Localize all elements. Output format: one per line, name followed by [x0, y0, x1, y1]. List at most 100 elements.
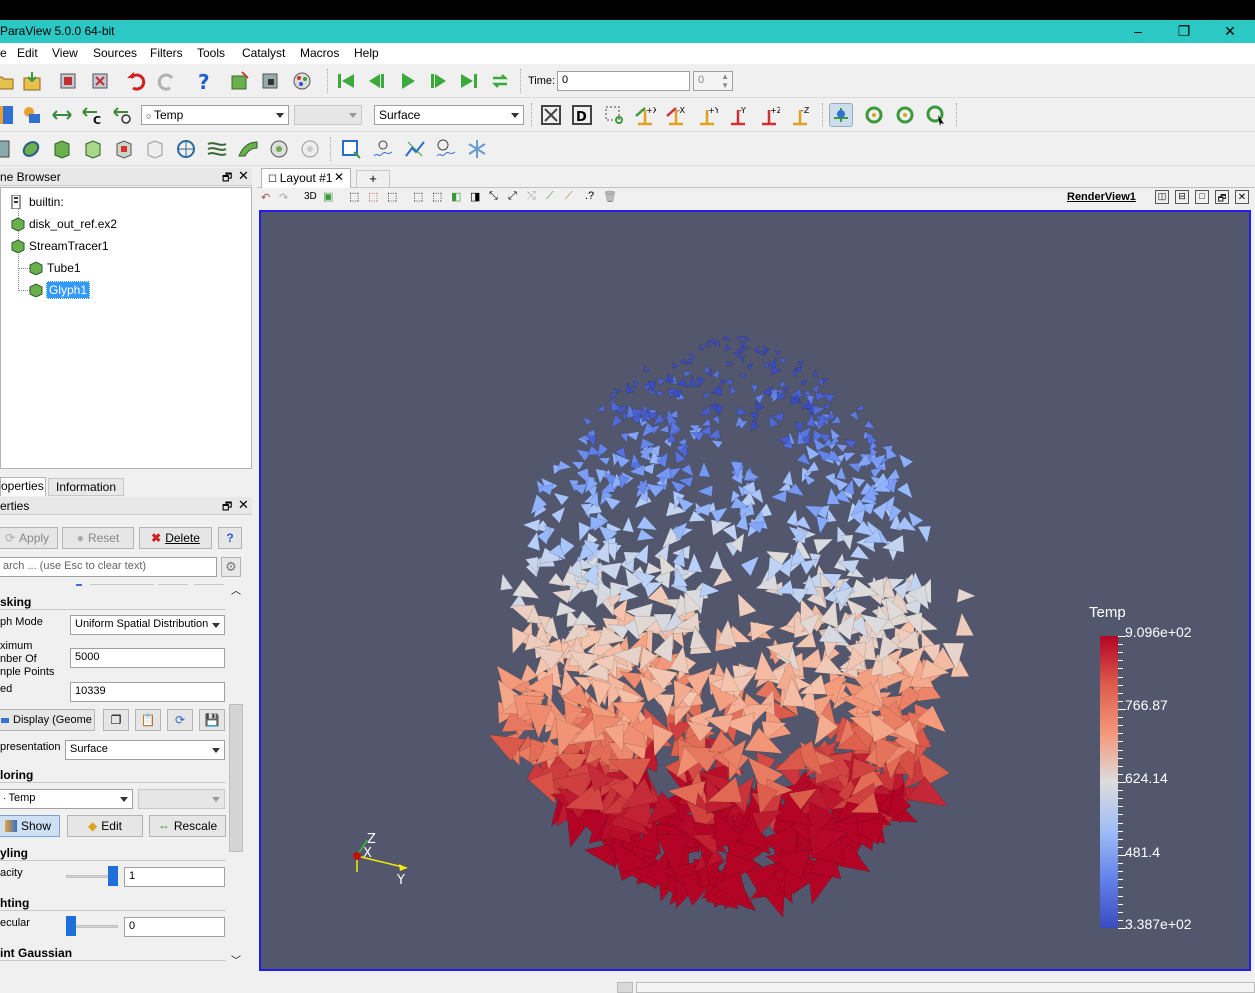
rotate-90-cw-icon[interactable] — [862, 103, 886, 127]
delete-button[interactable]: ✖ Delete — [139, 527, 212, 549]
clear-selection-icon[interactable]: 🗑 — [603, 190, 617, 203]
camera-redo-icon[interactable]: ↷ — [279, 191, 288, 204]
tree-item-disk-out-ref[interactable]: disk_out_ref.ex2 — [11, 215, 117, 233]
view-minus-z-icon[interactable]: -Z — [788, 103, 812, 127]
properties-help-button[interactable]: ? — [218, 527, 242, 549]
redo-icon[interactable] — [155, 69, 179, 93]
color-array-select[interactable]: ○ Temp — [141, 105, 289, 125]
contour-icon[interactable] — [19, 137, 43, 161]
select-polygon-icon[interactable]: ⬚ — [413, 190, 423, 203]
menu-edit[interactable]: Edit — [17, 46, 38, 60]
tab-layout-1[interactable]: ☐ Layout #1 ✕ — [261, 168, 351, 188]
python-shell-icon[interactable] — [228, 69, 252, 93]
group-datasets-icon[interactable] — [267, 137, 291, 161]
view-plus-x-icon[interactable]: +X — [633, 103, 657, 127]
plot-over-line-icon[interactable] — [403, 137, 427, 161]
edit-colormap-icon[interactable] — [20, 103, 44, 127]
maximize-view-icon[interactable]: □ — [1195, 190, 1209, 204]
close-button[interactable]: ✕ — [1220, 22, 1240, 40]
specular-slider-handle[interactable] — [66, 916, 76, 936]
select-points-icon[interactable]: ⬚ — [368, 190, 378, 203]
undo-icon[interactable] — [124, 69, 148, 93]
rescale-custom-range-icon[interactable]: C — [80, 103, 104, 127]
restore-button[interactable]: ❐ — [1174, 22, 1194, 40]
view-plus-z-icon[interactable]: +Z — [757, 103, 781, 127]
scroll-down-icon[interactable]: ﹀ — [229, 952, 243, 972]
apply-button[interactable]: ⟳ Apply — [0, 527, 58, 549]
opacity-input[interactable]: 1 — [124, 867, 225, 887]
select-frustum-icon[interactable]: ⬚ — [387, 190, 397, 203]
rotate-90-ccw-icon[interactable] — [893, 103, 917, 127]
clip-icon[interactable] — [50, 137, 74, 161]
undock-icon[interactable]: 🗗 — [222, 498, 232, 517]
tab-information[interactable]: Information — [48, 478, 124, 496]
slice-icon[interactable] — [81, 137, 105, 161]
seed-input[interactable]: 10339 — [70, 682, 225, 702]
view-plus-y-icon[interactable]: +Y — [695, 103, 719, 127]
threshold-icon[interactable] — [112, 137, 136, 161]
stream-tracer-icon[interactable] — [205, 137, 229, 161]
shrink-selection-icon[interactable]: ⤢ — [508, 190, 517, 203]
menu-help[interactable]: Help — [354, 46, 379, 60]
reset-session-icon[interactable] — [258, 69, 282, 93]
representation-field[interactable]: Surface — [65, 740, 225, 760]
close-view-icon[interactable]: ✕ — [1235, 190, 1249, 204]
loop-icon[interactable] — [488, 69, 512, 93]
render-view-viewport[interactable]: X Y Z Temp 9.096e+02 766.87 624.14 481.4… — [259, 210, 1251, 971]
properties-scrollbar[interactable]: ︿ ﹀ — [229, 582, 243, 972]
close-panel-icon[interactable]: ✕ — [238, 168, 249, 184]
menu-filters[interactable]: Filters — [150, 46, 183, 60]
properties-search-input[interactable]: arch ... (use Esc to clear text) — [0, 557, 217, 577]
time-input[interactable]: 0 — [557, 71, 690, 91]
interactive-select-icon[interactable]: ◧ — [451, 190, 461, 203]
disconnect-icon[interactable] — [88, 69, 112, 93]
menu-sources[interactable]: Sources — [93, 46, 137, 60]
show-color-legend-button[interactable]: Show — [0, 815, 60, 837]
scrollbar-thumb[interactable] — [229, 704, 243, 852]
paste-properties-icon[interactable]: 📋 — [135, 709, 161, 731]
coloring-array-select[interactable]: · Temp — [0, 789, 133, 809]
render-view-title[interactable]: RenderView1 — [1067, 191, 1136, 203]
max-points-input[interactable]: 5000 — [70, 648, 225, 668]
tree-item-streamtracer1[interactable]: StreamTracer1 — [11, 237, 109, 255]
extract-subset-icon[interactable] — [143, 137, 167, 161]
toggle-3d-button[interactable]: 3D — [304, 191, 317, 202]
rescale-data-range-icon[interactable] — [50, 103, 74, 127]
plot-data-icon[interactable] — [371, 137, 395, 161]
color-legend-toggle-icon[interactable] — [0, 103, 16, 127]
scroll-up-icon[interactable]: ︿ — [229, 582, 243, 602]
play-icon[interactable] — [396, 69, 420, 93]
representation-select[interactable]: Surface — [374, 105, 524, 125]
tree-item-glyph1[interactable]: Glyph1 — [29, 281, 91, 299]
add-layout-button[interactable]: + — [356, 170, 390, 188]
opacity-slider-handle[interactable] — [108, 866, 118, 886]
hover-points-icon[interactable]: ◨ — [470, 190, 480, 203]
show-labels-icon[interactable]: ⟋ — [565, 190, 573, 203]
help-icon[interactable]: ? — [192, 69, 216, 93]
menu-tools[interactable]: Tools — [197, 46, 225, 60]
warp-by-vector-icon[interactable] — [236, 137, 260, 161]
camera-undo-icon[interactable]: ↶ — [261, 191, 270, 204]
rescale-button[interactable]: ⇔ Rescale — [149, 815, 226, 837]
glyph-mode-select[interactable]: Uniform Spatial Distribution — [70, 615, 225, 635]
restore-defaults-icon[interactable]: ⟳ — [167, 709, 193, 731]
view-minus-y-icon[interactable]: -Y — [726, 103, 750, 127]
spin-arrows-icon[interactable]: ▲ ▼ — [721, 72, 729, 90]
center-axes-visibility-icon[interactable] — [829, 103, 853, 127]
menu-file-partial[interactable]: e — [0, 46, 7, 60]
last-frame-icon[interactable] — [457, 69, 481, 93]
select-cells-on-icon[interactable] — [339, 137, 363, 161]
minimize-button[interactable]: – — [1128, 22, 1148, 40]
copy-properties-icon[interactable]: ❐ — [103, 709, 129, 731]
tab-properties[interactable]: operties — [0, 477, 46, 496]
coloring-component-select[interactable] — [138, 789, 225, 809]
tree-item-builtin[interactable]: builtin: — [11, 193, 64, 211]
select-blocks-icon[interactable]: ⬚ — [432, 190, 442, 203]
select-cells-icon[interactable]: ⬚ — [349, 190, 359, 203]
menu-macros[interactable]: Macros — [300, 46, 339, 60]
next-frame-icon[interactable] — [426, 69, 450, 93]
pick-center-icon[interactable] — [924, 103, 948, 127]
time-step-spinbox[interactable]: 0 ▲ ▼ — [693, 71, 733, 91]
split-vertical-icon[interactable]: ⊟ — [1175, 190, 1189, 204]
view-minus-x-icon[interactable]: -X — [664, 103, 688, 127]
